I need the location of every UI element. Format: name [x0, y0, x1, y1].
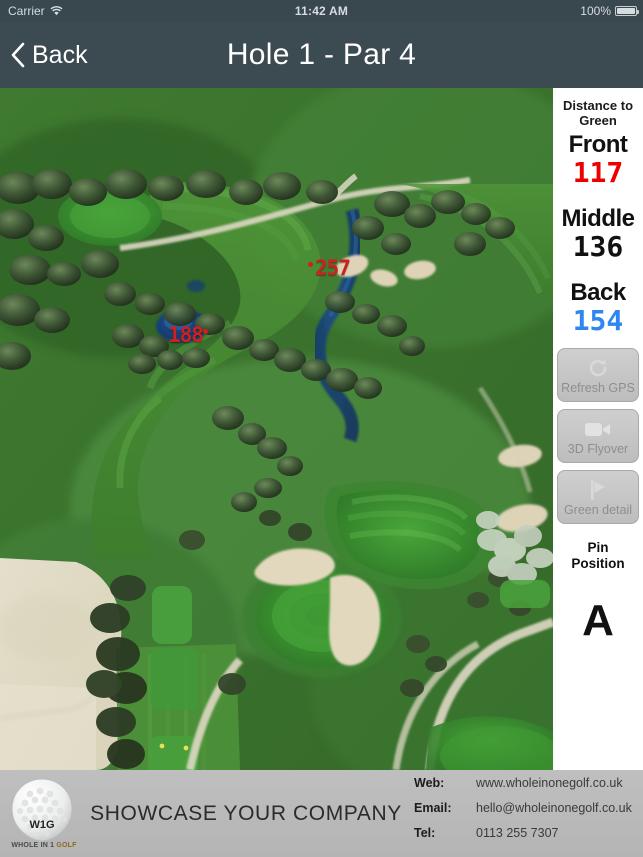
navigation-bar: Back Hole 1 - Par 4 [0, 22, 643, 88]
distance-heading-line-2: Green [579, 113, 617, 128]
distance-middle-value: 136 [572, 230, 624, 263]
battery-percent-label: 100% [580, 4, 611, 18]
marker-dot-icon [308, 261, 313, 267]
golf-ball-icon: W1G [11, 778, 73, 842]
main-content: 257 188 Distance to Green Front 117 Midd… [0, 88, 643, 770]
distance-to-green-heading: Distance to Green [563, 98, 633, 128]
pin-heading-line-2: Position [571, 556, 625, 571]
map-imagery [0, 88, 553, 770]
back-button[interactable]: Back [10, 41, 88, 70]
distance-front-value: 117 [572, 156, 624, 189]
distance-back: Back 154 [553, 280, 643, 336]
contact-value-tel[interactable]: 0113 255 7307 [476, 826, 559, 840]
flyover-3d-label: 3D Flyover [567, 441, 629, 456]
status-bar-right: 100% [580, 4, 639, 18]
distance-front-label: Front [568, 131, 628, 158]
contact-row-web: Web: www.wholeinonegolf.co.uk [414, 776, 643, 801]
contact-value-web[interactable]: www.wholeinonegolf.co.uk [476, 776, 623, 790]
status-bar: Carrier 11:42 AM 100% [0, 0, 643, 22]
green-detail-label: Green detail [563, 502, 633, 517]
ad-contact-details: Web: www.wholeinonegolf.co.uk Email: hel… [406, 776, 643, 851]
contact-row-email: Email: hello@wholeinonegolf.co.uk [414, 801, 643, 826]
flyover-3d-button[interactable]: 3D Flyover [557, 409, 639, 463]
pin-position-value: A [582, 596, 614, 645]
contact-row-tel: Tel: 0113 255 7307 [414, 826, 643, 851]
chevron-left-icon [10, 41, 26, 69]
refresh-gps-label: Refresh GPS [561, 380, 635, 395]
contact-key-email: Email: [414, 801, 452, 815]
distance-heading-line-1: Distance to [562, 98, 634, 113]
hole-aerial-map[interactable]: 257 188 [0, 88, 553, 770]
svg-text:W1G: W1G [29, 819, 54, 831]
status-bar-time: 11:42 AM [294, 4, 349, 18]
distance-middle-label: Middle [561, 205, 636, 232]
flag-icon [586, 478, 610, 502]
map-distance-marker: 257 [308, 256, 351, 280]
page-title: Hole 1 - Par 4 [226, 38, 417, 71]
distance-middle: Middle 136 [553, 206, 643, 262]
marker-dot-icon [202, 328, 208, 334]
logo-subtitle: WHOLE IN 1 GOLF [4, 842, 84, 849]
advertisement-banner[interactable]: W1G WHOLE IN 1 GOLF SHOWCASE YOUR COMPAN… [0, 770, 643, 857]
pin-heading-line-1: Pin [587, 540, 609, 555]
refresh-icon [586, 356, 610, 380]
contact-value-email[interactable]: hello@wholeinonegolf.co.uk [476, 801, 632, 815]
whole-in-one-golf-logo: W1G WHOLE IN 1 GOLF [0, 770, 86, 857]
distance-back-value: 154 [572, 304, 624, 337]
info-panel: Distance to Green Front 117 Middle 136 B… [553, 88, 643, 770]
logo-subtitle-accent: GOLF [56, 842, 77, 849]
golf-gps-app-screen: Carrier 11:42 AM 100% Back Hole 1 - Par … [0, 0, 643, 857]
map-distance-marker: 188 [168, 323, 210, 347]
back-button-label: Back [32, 40, 88, 69]
refresh-gps-button[interactable]: Refresh GPS [557, 348, 639, 402]
distance-back-label: Back [570, 279, 626, 306]
action-buttons: Refresh GPS 3D Flyover Green detail [553, 348, 643, 524]
green-detail-button[interactable]: Green detail [557, 470, 639, 524]
battery-full-icon [615, 6, 639, 16]
ad-slogan: SHOWCASE YOUR COMPANY [90, 801, 402, 825]
contact-key-tel: Tel: [414, 826, 436, 840]
video-camera-icon [584, 417, 612, 441]
distance-front: Front 117 [553, 132, 643, 188]
logo-subtitle-prefix: WHOLE IN 1 [11, 842, 57, 849]
pin-position-heading: Pin Position [571, 540, 624, 572]
contact-key-web: Web: [414, 776, 445, 790]
